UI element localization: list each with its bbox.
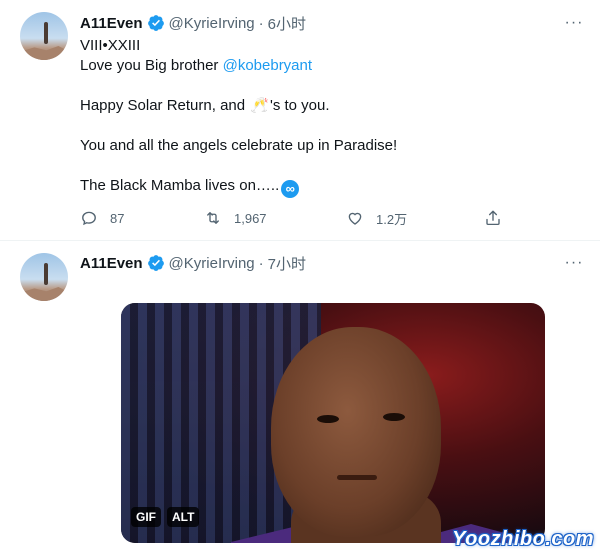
reply-button[interactable]: 87 <box>80 207 124 229</box>
share-button[interactable] <box>484 207 502 229</box>
verified-badge-icon <box>147 255 164 271</box>
avatar-rock <box>20 46 68 60</box>
avatar-figure <box>44 263 48 285</box>
verified-badge-icon <box>147 15 164 31</box>
share-icon <box>486 210 500 226</box>
reply-icon <box>82 211 96 226</box>
like-count: 1.2万 <box>376 211 408 227</box>
infinity-emoji-icon: ∞ <box>281 180 300 198</box>
text-line-5: The Black Mamba lives on….. <box>80 177 280 194</box>
tweet-timestamp[interactable]: 7小时 <box>268 253 306 274</box>
gif-badge[interactable]: GIF <box>131 507 161 527</box>
tweet[interactable]: A11Even @KyrieIrving · 6小时 ··· VIII•XXII… <box>0 0 600 241</box>
heart-icon <box>348 212 362 225</box>
media-eye <box>383 413 405 421</box>
text-line-3: Happy Solar Return, and <box>80 97 250 114</box>
media-eye <box>317 415 339 423</box>
like-button[interactable]: 1.2万 <box>346 207 407 229</box>
watermark: Yoozhibo.com <box>452 528 594 550</box>
media-mouth <box>337 475 377 480</box>
more-dots-icon[interactable]: ··· <box>564 13 584 33</box>
text-line-4: You and all the angels celebrate up in P… <box>80 137 398 154</box>
tweet-text-line: You and all the angels celebrate up in P… <box>80 136 580 156</box>
clinking-glasses-emoji-icon: 🥂 <box>250 97 269 114</box>
text-line-1: VIII•XXIII <box>80 37 141 54</box>
tweet-text-line: The Black Mamba lives on….. ∞ <box>80 176 580 198</box>
author-name[interactable]: A11Even <box>80 15 143 32</box>
author-handle[interactable]: @KyrieIrving <box>169 15 255 32</box>
tweet-text-line: VIII•XXIII <box>80 36 580 56</box>
mention-link[interactable]: @kobebryant <box>223 57 312 74</box>
text-line-2: Love you Big brother <box>80 57 223 74</box>
media-face <box>271 327 441 537</box>
tweet[interactable]: A11Even @KyrieIrving · 7小时 ··· GIF ALT <box>0 241 600 557</box>
more-dots-icon[interactable]: ··· <box>564 253 584 273</box>
media-badges: GIF ALT <box>131 507 200 527</box>
avatar[interactable] <box>20 12 68 60</box>
text-line-3-suffix: 's to you. <box>269 97 330 114</box>
reply-count: 87 <box>110 210 125 226</box>
avatar-figure <box>44 22 48 44</box>
alt-badge[interactable]: ALT <box>167 507 200 527</box>
retweet-button[interactable]: 1,967 <box>204 207 267 229</box>
retweet-count: 1,967 <box>234 210 267 226</box>
tweet-text-line: Love you Big brother @kobebryant <box>80 56 580 76</box>
avatar[interactable] <box>20 253 68 301</box>
tweet-actions: 87 1,967 1.2万 <box>80 207 520 229</box>
separator-dot: · <box>258 14 264 32</box>
tweet-header: A11Even @KyrieIrving · 6小时 <box>80 13 306 33</box>
author-handle[interactable]: @KyrieIrving <box>169 255 255 272</box>
tweet-text-line: Happy Solar Return, and 🥂's to you. <box>80 96 580 116</box>
tweet-timestamp[interactable]: 6小时 <box>268 13 306 34</box>
separator-dot: · <box>258 254 264 272</box>
author-name[interactable]: A11Even <box>80 255 143 272</box>
avatar-rock <box>20 287 68 301</box>
tweet-header: A11Even @KyrieIrving · 7小时 <box>80 253 306 273</box>
retweet-icon <box>207 212 219 224</box>
